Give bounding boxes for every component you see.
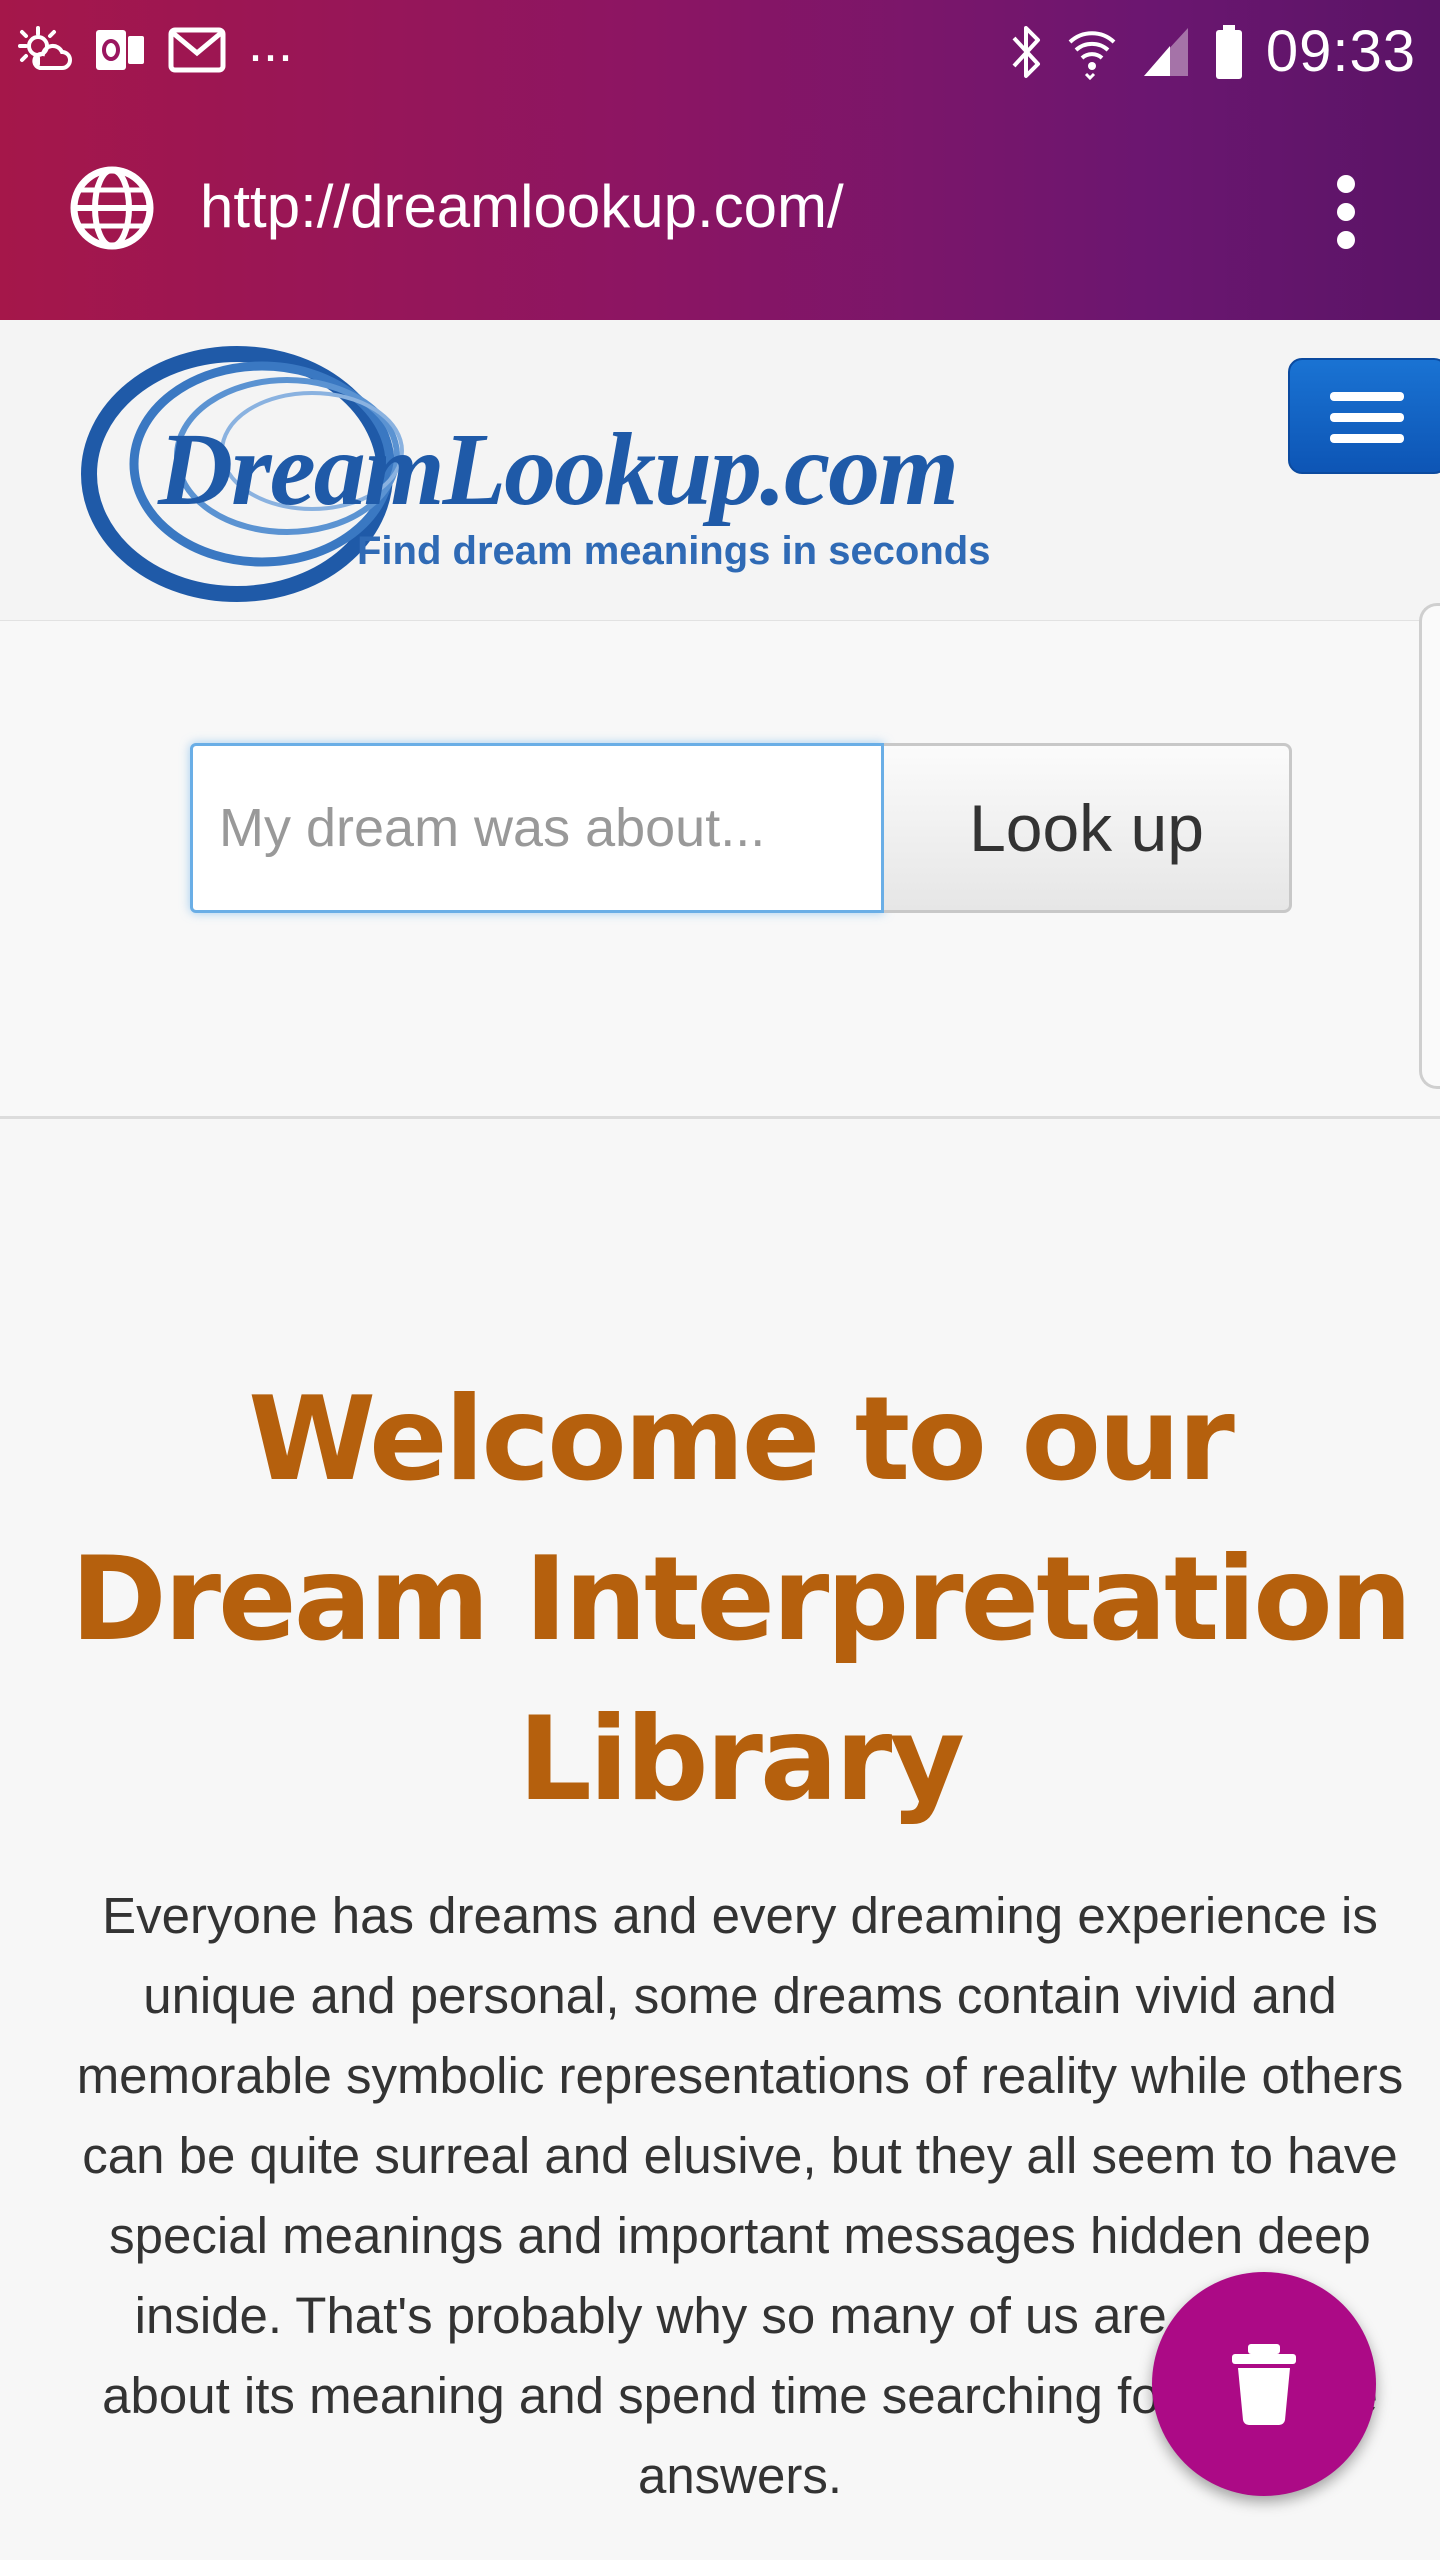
globe-icon[interactable] [68,164,156,252]
floating-delete-button[interactable] [1152,2272,1376,2496]
address-bar[interactable]: http://dreamlookup.com/ [0,100,1440,320]
wifi-icon [1068,30,1116,80]
search-region: Look up [0,603,1440,1119]
status-more-indicator: ... [248,13,294,73]
hamburger-bar [1330,413,1404,422]
site-header: DreamLookup.com Find dream meanings in s… [0,320,1440,621]
side-drawer-tab[interactable] [1419,603,1440,1089]
signal-icon [1143,27,1188,76]
status-right-icons: 09:33 [1008,18,1416,85]
weather-icon [18,26,72,70]
hamburger-bar [1330,434,1404,443]
screen: ... 09:33 http://dreamlookup.com/ DreamL… [0,0,1440,2560]
hamburger-bar [1330,392,1404,401]
outlook-icon [96,30,144,70]
svg-text:Find dream meanings in seconds: Find dream meanings in seconds [357,529,990,573]
bluetooth-icon [1012,25,1040,78]
gmail-icon [168,27,226,73]
status-time: 09:33 [1265,19,1416,84]
status-bar: ... 09:33 [0,0,1440,100]
welcome-heading: Welcome to our Dream Interpretation Libr… [70,1372,1413,1827]
url-text[interactable]: http://dreamlookup.com/ [200,172,844,241]
svg-text:DreamLookup.com: DreamLookup.com [157,412,957,527]
browser-chrome: ... 09:33 http://dreamlookup.com/ [0,0,1440,320]
site-logo[interactable]: DreamLookup.com Find dream meanings in s… [72,336,1012,612]
kebab-menu-icon[interactable] [1334,174,1358,250]
hamburger-menu-icon[interactable] [1288,358,1440,474]
look-up-button[interactable]: Look up [884,743,1292,913]
dream-search-input[interactable] [190,743,884,913]
trash-icon [1232,2344,1296,2426]
battery-icon [1215,24,1242,79]
status-left-icons: ... [16,13,294,78]
